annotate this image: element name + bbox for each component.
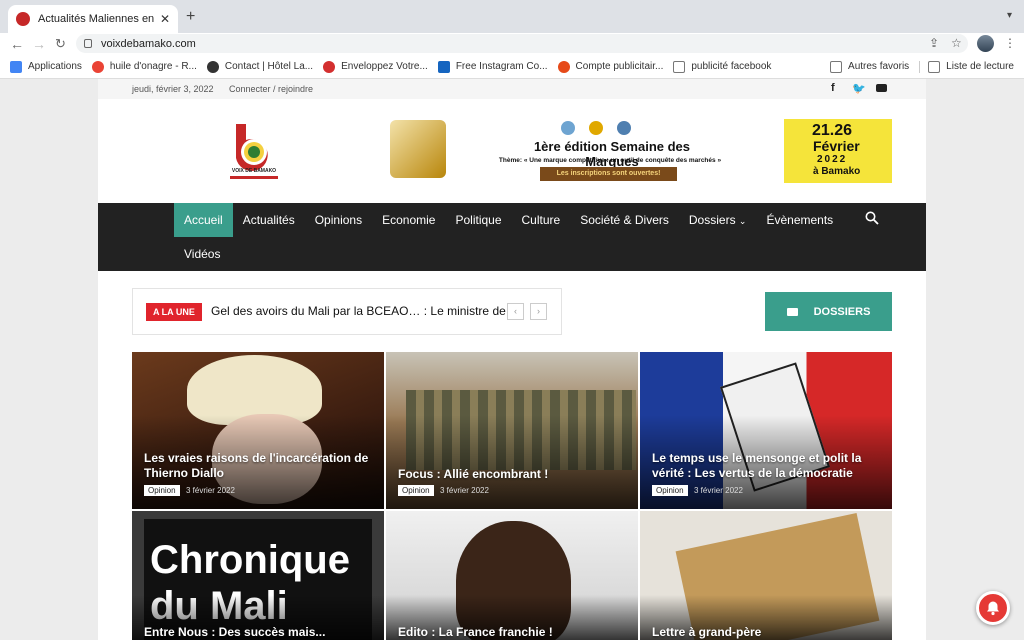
category-badge[interactable]: Opinion: [144, 485, 180, 496]
url-text: voixdebamako.com: [101, 37, 196, 50]
target-icon: [557, 60, 570, 73]
article-card[interactable]: Lettre à grand-père: [640, 511, 892, 640]
back-icon[interactable]: ←: [10, 36, 24, 52]
article-title[interactable]: Lettre à grand-père: [652, 625, 877, 640]
nav-item-economie[interactable]: Economie: [372, 203, 445, 237]
article-date: 3 février 2022: [694, 486, 743, 495]
nav-item-accueil[interactable]: Accueil: [174, 203, 233, 237]
reading-list[interactable]: Liste de lecture: [919, 60, 1014, 73]
site-favicon-icon: [16, 12, 30, 26]
facebook-icon[interactable]: f: [831, 82, 835, 94]
dossiers-button[interactable]: DOSSIERS: [765, 292, 892, 331]
article-title[interactable]: Le temps use le mensonge et polit la vér…: [652, 451, 887, 481]
new-tab-icon[interactable]: +: [186, 8, 195, 26]
event-year: 2022: [817, 154, 848, 165]
event-date-banner[interactable]: 21.26 Février 2022 à Bamako: [784, 119, 892, 183]
nav-item-evenements[interactable]: Évènements: [756, 203, 843, 237]
banner-title: 1ère édition Semaine des Marques: [533, 139, 691, 169]
folder-open-icon: [786, 307, 798, 316]
logo-text: VOIX DE BAMAKO: [231, 168, 277, 174]
search-icon[interactable]: [865, 211, 879, 225]
bookmark-item[interactable]: huile d'onagre - R...: [91, 60, 197, 73]
twitter-icon[interactable]: 🐦: [852, 82, 866, 95]
category-badge[interactable]: Opinion: [652, 485, 688, 496]
globe-icon: [206, 60, 219, 73]
other-favorites[interactable]: Autres favoris: [830, 60, 909, 73]
reload-icon[interactable]: ↻: [55, 36, 66, 52]
top-bar: jeudi, février 3, 2022 Connecter / rejoi…: [98, 79, 926, 99]
bookmark-item[interactable]: Free Instagram Co...: [437, 60, 548, 73]
banner-partner-logos: [556, 121, 636, 137]
partner-logo-icon: [561, 121, 575, 135]
main-navigation: Accueil Actualités Opinions Economie Pol…: [98, 203, 926, 271]
event-place: à Bamako: [813, 166, 861, 177]
chevron-down-icon: ⌄: [738, 216, 747, 226]
ticker-next-button[interactable]: ›: [530, 303, 547, 320]
google-icon: [91, 60, 104, 73]
nav-item-actualites[interactable]: Actualités: [233, 203, 305, 237]
article-card[interactable]: Focus : Allié encombrant ! Opinion 3 fév…: [386, 352, 638, 509]
article-title[interactable]: Entre Nous : Des succès mais...: [144, 625, 369, 640]
bookmarks-bar: Applications huile d'onagre - R... Conta…: [0, 55, 1024, 79]
bookmark-applications[interactable]: Applications: [10, 60, 82, 73]
nav-item-politique[interactable]: Politique: [445, 203, 511, 237]
folder-icon: [830, 60, 843, 73]
apps-grid-icon: [10, 60, 22, 73]
nav-item-videos[interactable]: Vidéos: [174, 237, 230, 271]
nav-item-dossiers[interactable]: Dossiers ⌄: [679, 203, 757, 237]
article-card[interactable]: Le temps use le mensonge et polit la vér…: [640, 352, 892, 509]
forward-icon[interactable]: →: [32, 36, 46, 52]
nav-item-societe[interactable]: Société & Divers: [570, 203, 679, 237]
event-month: Février: [813, 138, 860, 154]
browser-tab[interactable]: Actualités Maliennes en temps r ✕: [8, 5, 178, 33]
banner-cta[interactable]: Les inscriptions sont ouvertes!: [540, 167, 677, 181]
folder-icon: [673, 60, 686, 73]
brand-week-logo: [390, 120, 446, 178]
login-link[interactable]: Connecter / rejoindre: [229, 84, 313, 94]
banner-theme: Thème: « Une marque compétitive : un out…: [498, 157, 722, 164]
bookmark-folder[interactable]: publicité facebook: [673, 60, 771, 73]
bell-icon: [987, 601, 999, 616]
site-icon: [323, 60, 336, 73]
bookmark-item[interactable]: Enveloppez Votre...: [323, 60, 428, 73]
notification-bell-button[interactable]: [976, 591, 1010, 625]
article-date: 3 février 2022: [186, 486, 235, 495]
ticker-prev-button[interactable]: ‹: [507, 303, 524, 320]
close-tab-icon[interactable]: ✕: [160, 12, 170, 26]
article-card[interactable]: Edito : La France franchie !: [386, 511, 638, 640]
w-icon: [437, 60, 450, 73]
share-icon[interactable]: ⇪: [929, 36, 939, 50]
article-title[interactable]: Les vraies raisons de l'incarcération de…: [144, 451, 369, 481]
tab-search-chevron-icon[interactable]: ▾: [1007, 10, 1012, 21]
site-logo[interactable]: VOIX DE BAMAKO: [228, 120, 280, 182]
category-badge[interactable]: Opinion: [398, 485, 434, 496]
partner-logo-icon: [617, 121, 631, 135]
browser-menu-icon[interactable]: ⋮: [1004, 36, 1016, 50]
article-card[interactable]: Chronique du Mali Entre Nous : Des succè…: [132, 511, 384, 640]
address-bar[interactable]: voixdebamako.com: [76, 34, 968, 53]
bookmark-item[interactable]: Compte publicitair...: [557, 60, 663, 73]
article-card[interactable]: Les vraies raisons de l'incarcération de…: [132, 352, 384, 509]
bookmark-item[interactable]: Contact | Hôtel La...: [206, 60, 313, 73]
article-title[interactable]: Edito : La France franchie !: [398, 625, 623, 640]
current-date: jeudi, février 3, 2022: [132, 84, 214, 94]
profile-avatar[interactable]: [977, 35, 994, 52]
article-date: 3 février 2022: [440, 486, 489, 495]
nav-item-culture[interactable]: Culture: [512, 203, 571, 237]
partner-logo-icon: [589, 121, 603, 135]
bookmark-star-icon[interactable]: ☆: [951, 36, 962, 50]
ticker-headline[interactable]: Gel des avoirs du Mali par la BCEAO… : L…: [211, 304, 506, 318]
nav-item-opinions[interactable]: Opinions: [305, 203, 372, 237]
a-la-une-badge: A LA UNE: [146, 303, 202, 321]
youtube-icon[interactable]: [876, 84, 887, 92]
lock-icon: [84, 39, 92, 48]
reading-list-icon: [928, 60, 941, 73]
tab-title: Actualités Maliennes en temps r: [38, 13, 154, 25]
article-title[interactable]: Focus : Allié encombrant !: [398, 467, 623, 482]
